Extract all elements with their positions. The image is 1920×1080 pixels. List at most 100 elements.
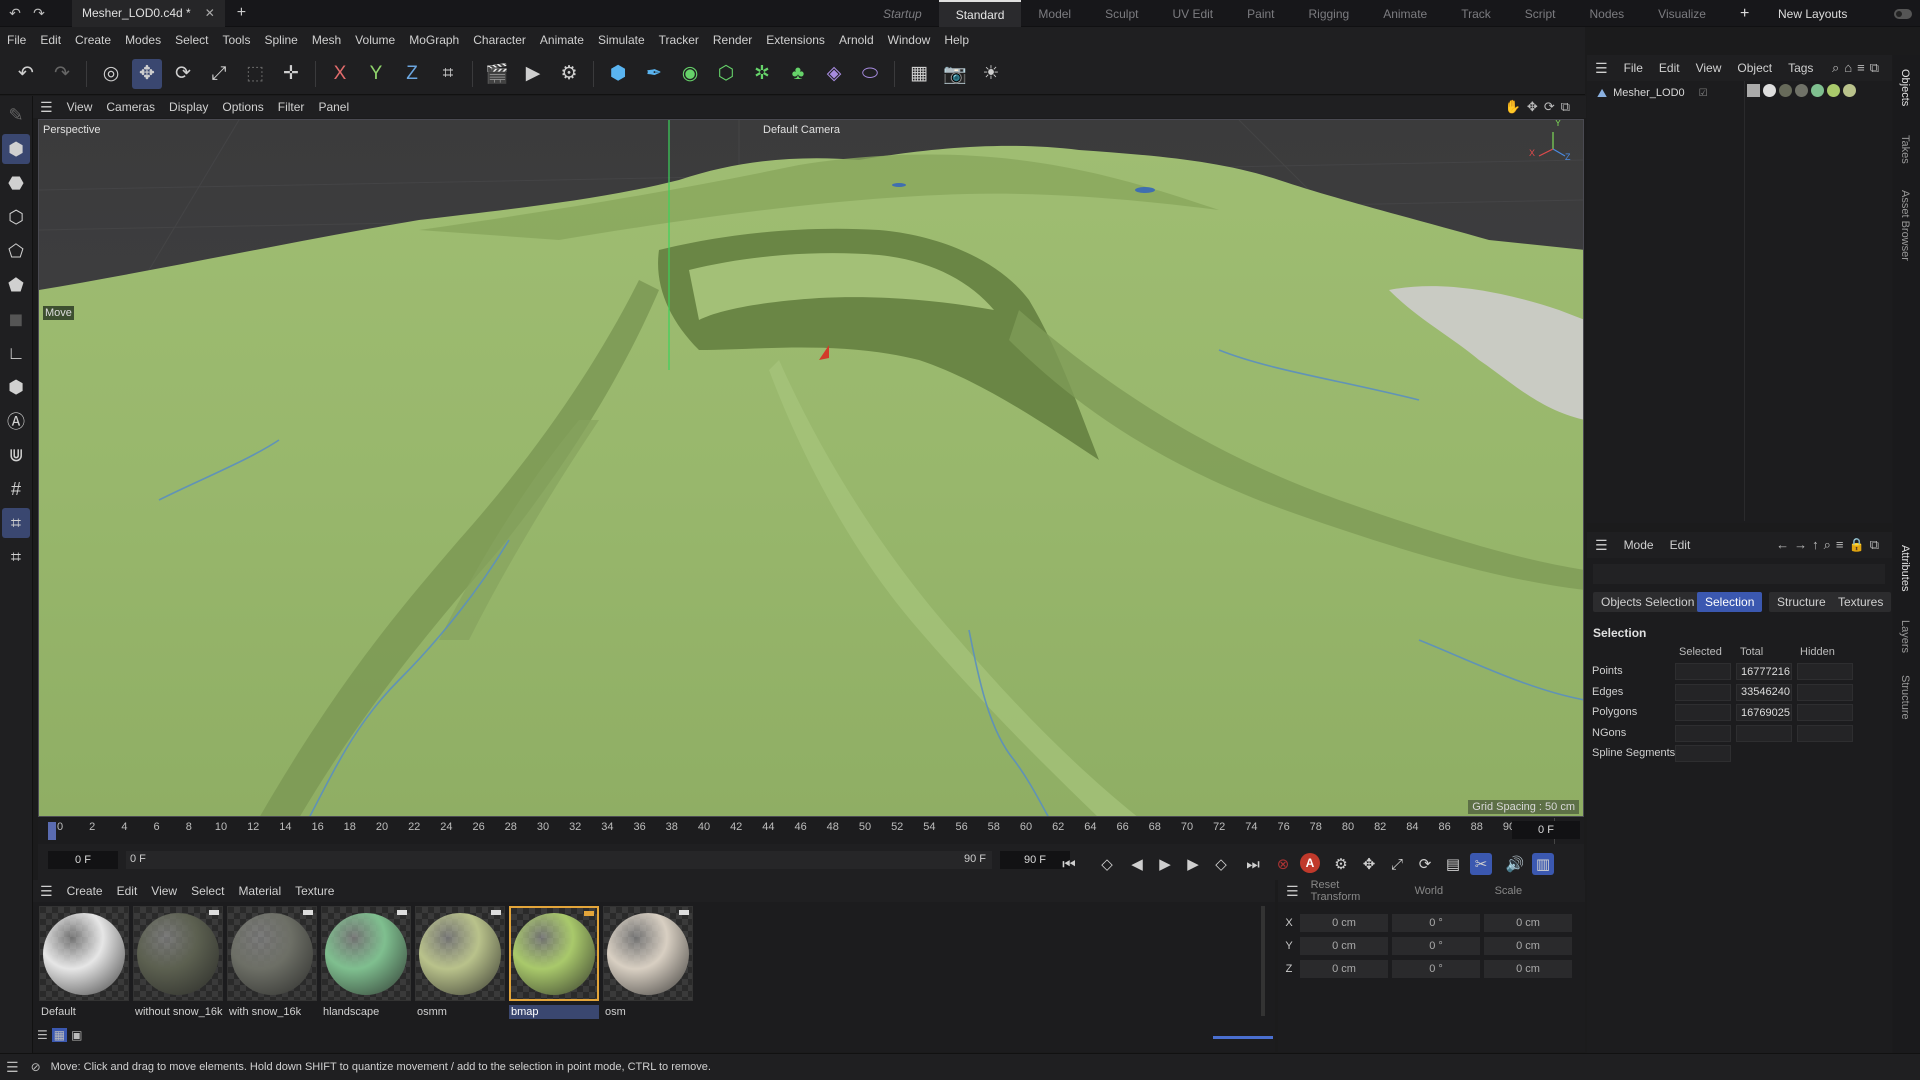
menu-window[interactable]: Window (881, 27, 938, 53)
object-menu-file[interactable]: File (1616, 55, 1651, 81)
subdivision-icon[interactable]: ◉ (675, 59, 705, 89)
viewport-menu-cameras[interactable]: Cameras (99, 96, 162, 118)
light-icon[interactable]: ☀ (976, 59, 1006, 89)
layout-tab-standard[interactable]: Standard (938, 0, 1022, 27)
object-name[interactable]: Mesher_LOD0 (1613, 87, 1685, 99)
material-tag-icon[interactable] (1811, 84, 1824, 97)
coordinate-menu-icon[interactable]: ☰ (1278, 883, 1307, 900)
tag-icon[interactable] (1747, 84, 1760, 97)
viewport-menu-icon[interactable]: ☰ (33, 96, 60, 118)
tab-textures[interactable]: Textures (1830, 592, 1892, 612)
previous-key-icon[interactable]: ◇ (1096, 853, 1118, 875)
side-tab-layers[interactable]: Layers (1899, 620, 1911, 653)
menu-create[interactable]: Create (68, 27, 118, 53)
menu-mograph[interactable]: MoGraph (402, 27, 466, 53)
next-key-icon[interactable]: ◇ (1210, 853, 1232, 875)
attribute-nav-icons[interactable]: ←→↑⌕≡🔒⧉ (1776, 537, 1884, 553)
material-name[interactable]: hlandscape (321, 1005, 411, 1019)
viewport-menu-filter[interactable]: Filter (271, 96, 312, 118)
side-tab-asset-browser[interactable]: Asset Browser (1899, 190, 1911, 261)
move-tool-icon[interactable]: ✥ (132, 58, 162, 89)
material-tag-icon[interactable] (1763, 84, 1776, 97)
rotation-key-icon[interactable]: ⟳ (1414, 853, 1436, 875)
layout-tab-track[interactable]: Track (1444, 0, 1508, 27)
grid-snap-icon[interactable]: ⌗ (2, 508, 30, 538)
menu-arnold[interactable]: Arnold (832, 27, 881, 53)
coordinate-space-dropdown[interactable]: World (1415, 885, 1495, 897)
material-name[interactable]: osm (603, 1005, 693, 1019)
axis-mode-icon[interactable]: ∟ (2, 338, 30, 368)
menu-select[interactable]: Select (168, 27, 215, 53)
theme-toggle[interactable] (1894, 9, 1912, 19)
material-menu-select[interactable]: Select (184, 880, 231, 902)
menu-mesh[interactable]: Mesh (305, 27, 348, 53)
uv-mode-icon[interactable]: ◼ (2, 304, 30, 334)
side-tab-objects[interactable]: Objects (1899, 69, 1911, 106)
material-swatch[interactable]: osm (603, 906, 693, 1019)
pen-spline-icon[interactable]: ✒ (639, 59, 669, 89)
undo-icon[interactable]: ↶ (6, 4, 24, 22)
3d-viewport[interactable]: Perspective Default Camera Move Y X Z Gr… (38, 119, 1584, 817)
coordinate-system-icon[interactable]: ⌗ (433, 59, 463, 89)
extrude-icon[interactable]: ⬡ (711, 59, 741, 89)
visibility-icon[interactable]: ☑ (1699, 88, 1708, 99)
attribute-menu-icon[interactable]: ☰ (1587, 532, 1616, 558)
sound-icon[interactable]: 🔊 (1504, 853, 1526, 875)
material-menu-icon[interactable]: ☰ (33, 880, 60, 902)
object-menu-edit[interactable]: Edit (1651, 55, 1688, 81)
workplane-icon[interactable]: # (2, 474, 30, 504)
large-view-icon[interactable]: ▣ (71, 1028, 82, 1042)
menu-simulate[interactable]: Simulate (591, 27, 652, 53)
coordinate-pos-field[interactable]: 0 cm (1300, 914, 1388, 932)
menu-help[interactable]: Help (937, 27, 976, 53)
viewport-menu-panel[interactable]: Panel (311, 96, 356, 118)
live-selection-icon[interactable]: ◎ (96, 59, 126, 89)
menu-extensions[interactable]: Extensions (759, 27, 832, 53)
mograph-icon[interactable]: ♣ (783, 59, 813, 89)
object-row[interactable]: ⛰ Mesher_LOD0 ☑ (1597, 84, 1708, 102)
cloner-icon[interactable]: ✲ (747, 59, 777, 89)
render-settings-icon[interactable]: ⚙ (554, 59, 584, 89)
field-icon[interactable]: ⬭ (855, 59, 885, 89)
render-picture-viewer-icon[interactable]: ▶ (518, 59, 548, 89)
material-swatch[interactable]: Default (39, 906, 129, 1019)
side-tab-structure[interactable]: Structure (1899, 675, 1911, 720)
layout-tab-model[interactable]: Model (1021, 0, 1088, 27)
tab-selection[interactable]: Selection (1697, 592, 1763, 612)
tab-structure[interactable]: Structure (1769, 592, 1834, 612)
previous-frame-icon[interactable]: ◀ (1126, 853, 1148, 875)
thumbnail-size-slider[interactable] (1213, 1036, 1273, 1039)
coordinate-rot-field[interactable]: 0 ° (1392, 914, 1480, 932)
document-tab[interactable]: Mesher_LOD0.c4d * ✕ (72, 0, 225, 27)
go-to-end-icon[interactable]: ⏭ (1242, 853, 1264, 875)
scale-tool-icon[interactable]: ⤢ (204, 59, 234, 89)
material-menu-texture[interactable]: Texture (288, 880, 341, 902)
menu-render[interactable]: Render (706, 27, 759, 53)
attribute-menu-edit[interactable]: Edit (1662, 532, 1699, 558)
menu-character[interactable]: Character (466, 27, 533, 53)
coordinate-rot-field[interactable]: 0 ° (1392, 960, 1480, 978)
coordinate-scale-field[interactable]: 0 cm (1484, 937, 1572, 955)
material-swatch[interactable]: without snow_16k (133, 906, 223, 1019)
layout-tab-startup[interactable]: Startup (866, 0, 939, 27)
rotate-tool-icon[interactable]: ⟳ (168, 59, 198, 89)
layout-tab-nodes[interactable]: Nodes (1572, 0, 1641, 27)
camera-icon[interactable]: 📷 (940, 59, 970, 89)
coordinate-mode-dropdown[interactable]: Scale (1495, 885, 1535, 897)
redo-icon[interactable]: ↷ (30, 4, 48, 22)
z-axis-lock-button[interactable]: Z (397, 59, 427, 89)
model-mode-icon[interactable]: ⬢ (2, 134, 30, 164)
new-layouts-button[interactable]: New Layouts (1778, 0, 1847, 27)
material-tag-icon[interactable] (1795, 84, 1808, 97)
record-keys-icon[interactable]: ⊗ (1272, 853, 1294, 875)
material-menu-edit[interactable]: Edit (110, 880, 145, 902)
material-swatch[interactable]: hlandscape (321, 906, 411, 1019)
layout-tab-visualize[interactable]: Visualize (1641, 0, 1723, 27)
autokey-button[interactable]: A (1300, 853, 1320, 873)
material-scrollbar[interactable] (1261, 906, 1265, 1016)
y-axis-lock-button[interactable]: Y (361, 59, 391, 89)
layout-tab-animate[interactable]: Animate (1366, 0, 1444, 27)
menu-modes[interactable]: Modes (118, 27, 168, 53)
point-level-icon[interactable]: ✂ (1470, 853, 1492, 875)
undo-icon[interactable]: ↶ (11, 59, 41, 89)
